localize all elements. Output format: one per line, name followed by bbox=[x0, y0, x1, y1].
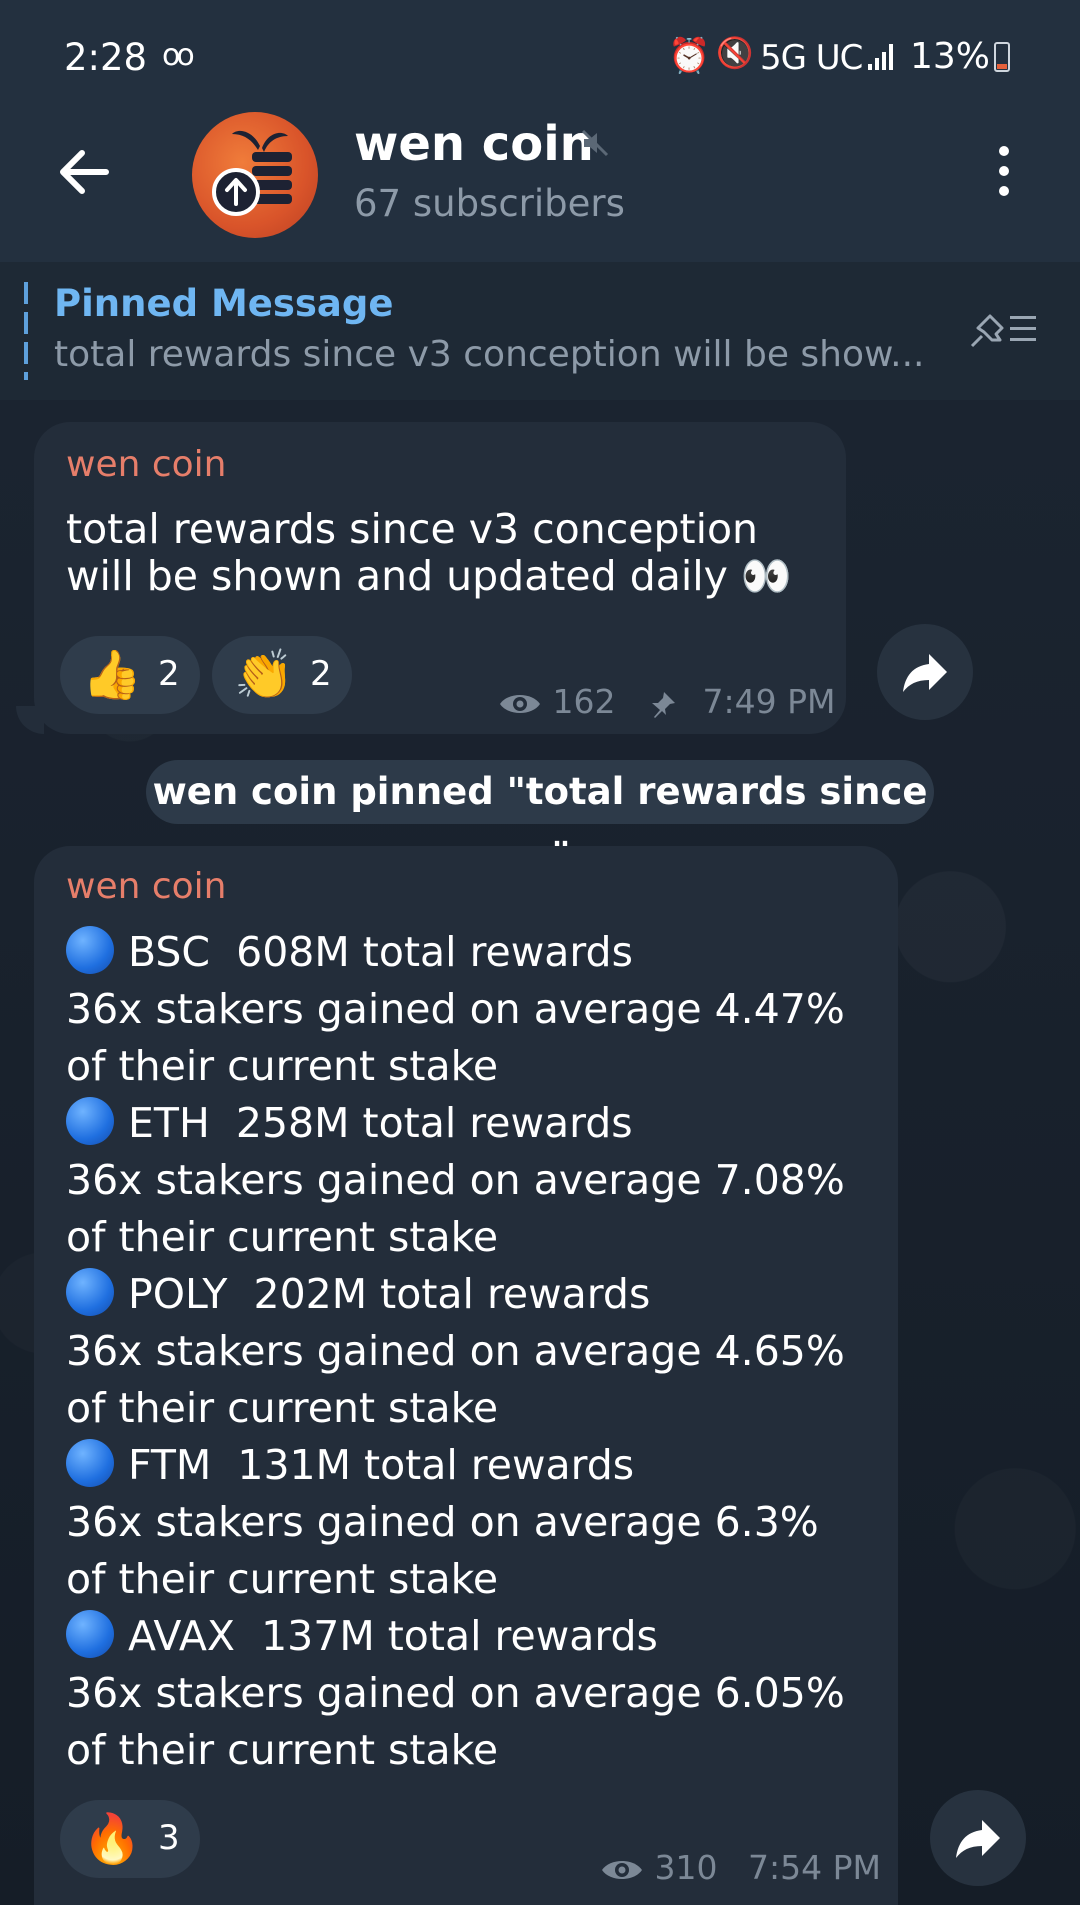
channel-avatar[interactable] bbox=[192, 112, 318, 238]
chat-header: 2:28 oo ⏰ 🔇 5G UC 13% wen coin 67 subscr… bbox=[0, 0, 1080, 262]
blue-circle-icon bbox=[66, 1268, 114, 1316]
battery-percent: 13% bbox=[910, 36, 991, 77]
battery-icon bbox=[994, 42, 1010, 72]
pinned-message-bar[interactable]: Pinned Message total rewards since v3 co… bbox=[0, 262, 1080, 400]
views-eye-icon bbox=[602, 1860, 642, 1879]
views-eye-icon bbox=[500, 694, 540, 713]
message-meta: 162 7:49 PM bbox=[498, 682, 835, 721]
network-label: 5G UC bbox=[760, 38, 863, 78]
pinned-list-icon[interactable] bbox=[966, 306, 1040, 352]
pin-icon bbox=[652, 691, 675, 718]
status-bar: 2:28 oo ⏰ 🔇 5G UC 13% bbox=[0, 0, 1080, 110]
reaction-thumbs-up[interactable]: 👍 2 bbox=[60, 636, 200, 714]
muted-speaker-icon bbox=[581, 129, 609, 157]
message-time: 7:49 PM bbox=[702, 682, 836, 721]
blue-circle-icon bbox=[66, 926, 114, 974]
message-time: 7:54 PM bbox=[748, 1848, 881, 1887]
share-button[interactable] bbox=[930, 1790, 1026, 1886]
voicemail-icon: oo bbox=[162, 38, 195, 73]
blue-circle-icon bbox=[66, 1439, 114, 1487]
reaction-fire[interactable]: 🔥 3 bbox=[60, 1800, 200, 1878]
share-arrow-icon bbox=[903, 654, 947, 692]
pinned-text: total rewards since v3 conception will b… bbox=[54, 334, 925, 375]
message-sender: wen coin bbox=[66, 444, 227, 485]
message-meta: 310 7:54 PM bbox=[600, 1848, 881, 1887]
subscriber-count: 67 subscribers bbox=[354, 182, 625, 225]
coin-stack-icon bbox=[212, 130, 292, 216]
share-arrow-icon bbox=[956, 1820, 1000, 1858]
more-options-icon[interactable] bbox=[990, 146, 1018, 202]
service-message: wen coin pinned "total rewards since ...… bbox=[146, 760, 934, 877]
alarm-icon: ⏰ bbox=[668, 36, 711, 76]
message-text: BSC 608M total rewards 36x stakers gaine… bbox=[66, 926, 845, 1774]
message-bubble[interactable]: wen coin BSC 608M total rewards 36x stak… bbox=[34, 846, 898, 1905]
status-time: 2:28 bbox=[64, 36, 148, 79]
back-arrow-icon[interactable] bbox=[52, 140, 116, 204]
view-count: 310 bbox=[654, 1848, 718, 1887]
message-text: total rewards since v3 conception will b… bbox=[66, 505, 792, 600]
blue-circle-icon bbox=[66, 1610, 114, 1658]
signal-icon bbox=[868, 44, 893, 70]
blue-circle-icon bbox=[66, 1097, 114, 1145]
pinned-title: Pinned Message bbox=[54, 282, 394, 325]
pinned-indicator bbox=[24, 282, 28, 380]
message-sender: wen coin bbox=[66, 866, 227, 907]
view-count: 162 bbox=[552, 682, 616, 721]
share-button[interactable] bbox=[877, 624, 973, 720]
reaction-clap[interactable]: 👏 2 bbox=[212, 636, 352, 714]
message-bubble[interactable]: wen coin total rewards since v3 concepti… bbox=[34, 422, 846, 734]
channel-name[interactable]: wen coin bbox=[354, 116, 594, 172]
mute-icon: 🔇 bbox=[716, 36, 754, 71]
